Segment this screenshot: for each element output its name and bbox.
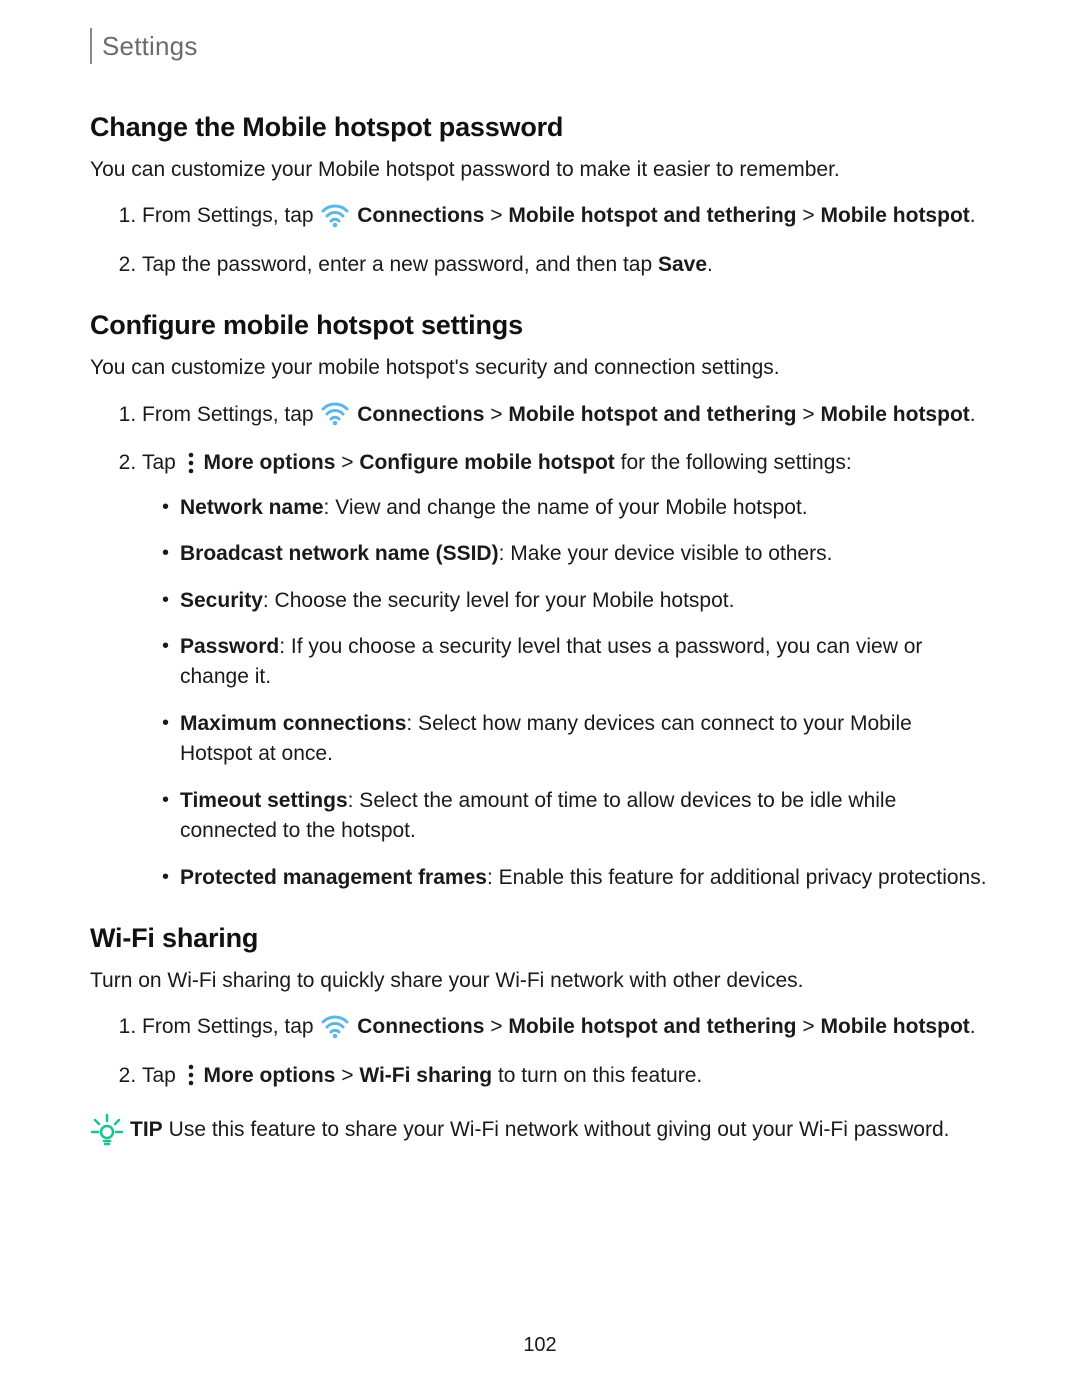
step-item: From Settings, tap Connections > Mobile …: [142, 400, 990, 430]
list-item: Protected management frames: Enable this…: [162, 863, 990, 893]
wifi-icon: [321, 400, 349, 426]
bullet-bold: Protected management frames: [180, 866, 487, 889]
step-text: .: [970, 1015, 976, 1038]
steps-list: From Settings, tap Connections > Mobile …: [90, 1012, 990, 1091]
bullet-rest: : If you choose a security level that us…: [180, 635, 922, 688]
separator: >: [797, 403, 821, 426]
step-text: for the following settings:: [615, 451, 852, 474]
steps-list: From Settings, tap Connections > Mobile …: [90, 400, 990, 893]
step-item: From Settings, tap Connections > Mobile …: [142, 1012, 990, 1042]
step-text: Tap: [142, 451, 182, 474]
bold-connections: Connections: [357, 1015, 484, 1038]
step-text: Tap: [142, 1064, 182, 1087]
step-text: to turn on this feature.: [492, 1064, 702, 1087]
page-number: 102: [0, 1334, 1080, 1357]
step-item: Tap the password, enter a new password, …: [142, 250, 990, 280]
bold-save: Save: [658, 253, 707, 276]
bold-mobile-hotspot: Mobile hotspot: [820, 403, 969, 426]
bold-connections: Connections: [357, 204, 484, 227]
step-text: .: [970, 403, 976, 426]
tip-callout: TIP Use this feature to share your Wi-Fi …: [90, 1115, 990, 1147]
step-text: From Settings, tap: [142, 403, 319, 426]
step-item: Tap More options > Configure mobile hots…: [142, 448, 990, 893]
page-title: Settings: [102, 31, 198, 62]
tip-label: TIP: [130, 1118, 163, 1141]
step-text: From Settings, tap: [142, 1015, 319, 1038]
list-item: Network name: View and change the name o…: [162, 493, 990, 523]
more-options-icon: [186, 451, 196, 475]
list-item: Timeout settings: Select the amount of t…: [162, 786, 990, 847]
section-heading-change-password: Change the Mobile hotspot password: [90, 112, 990, 143]
section-intro: You can customize your mobile hotspot's …: [90, 353, 990, 383]
tip-text: Use this feature to share your Wi-Fi net…: [169, 1118, 950, 1141]
list-item: Security: Choose the security level for …: [162, 586, 990, 616]
bold-mobile-hotspot: Mobile hotspot: [820, 1015, 969, 1038]
steps-list: From Settings, tap Connections > Mobile …: [90, 201, 990, 280]
bullet-rest: : Enable this feature for additional pri…: [487, 866, 987, 889]
bold-more-options: More options: [204, 451, 336, 474]
separator: >: [484, 1015, 508, 1038]
bold-mobile-hotspot: Mobile hotspot: [820, 204, 969, 227]
section-heading-wifi-sharing: Wi-Fi sharing: [90, 923, 990, 954]
settings-bullet-list: Network name: View and change the name o…: [142, 493, 990, 893]
section-intro: Turn on Wi-Fi sharing to quickly share y…: [90, 966, 990, 996]
bullet-bold: Broadcast network name (SSID): [180, 542, 499, 565]
step-item: From Settings, tap Connections > Mobile …: [142, 201, 990, 231]
separator: >: [484, 204, 508, 227]
more-options-icon: [186, 1063, 196, 1087]
bold-connections: Connections: [357, 403, 484, 426]
bold-hotspot-tethering: Mobile hotspot and tethering: [508, 1015, 796, 1038]
separator: >: [797, 1015, 821, 1038]
bullet-bold: Network name: [180, 496, 324, 519]
step-text: .: [707, 253, 713, 276]
separator: >: [484, 403, 508, 426]
list-item: Broadcast network name (SSID): Make your…: [162, 539, 990, 569]
step-text: Tap the password, enter a new password, …: [142, 253, 658, 276]
list-item: Password: If you choose a security level…: [162, 632, 990, 693]
bold-more-options: More options: [204, 1064, 336, 1087]
bullet-bold: Security: [180, 589, 263, 612]
bold-hotspot-tethering: Mobile hotspot and tethering: [508, 204, 796, 227]
lightbulb-icon: [90, 1113, 124, 1147]
header-rule: [90, 28, 92, 64]
wifi-icon: [321, 1013, 349, 1039]
bullet-bold: Maximum connections: [180, 712, 406, 735]
separator: >: [797, 204, 821, 227]
bullet-rest: : Choose the security level for your Mob…: [263, 589, 735, 612]
bold-hotspot-tethering: Mobile hotspot and tethering: [508, 403, 796, 426]
section-heading-configure-hotspot: Configure mobile hotspot settings: [90, 310, 990, 341]
step-text: From Settings, tap: [142, 204, 319, 227]
list-item: Maximum connections: Select how many dev…: [162, 709, 990, 770]
bullet-rest: : Make your device visible to others.: [499, 542, 833, 565]
bullet-bold: Password: [180, 635, 279, 658]
bullet-rest: : View and change the name of your Mobil…: [324, 496, 808, 519]
step-text: .: [970, 204, 976, 227]
bold-configure-hotspot: Configure mobile hotspot: [359, 451, 614, 474]
separator: >: [335, 1064, 359, 1087]
step-item: Tap More options > Wi-Fi sharing to turn…: [142, 1061, 990, 1091]
separator: >: [335, 451, 359, 474]
section-intro: You can customize your Mobile hotspot pa…: [90, 155, 990, 185]
bold-wifi-sharing: Wi-Fi sharing: [359, 1064, 492, 1087]
bullet-bold: Timeout settings: [180, 789, 348, 812]
tip-body: TIP Use this feature to share your Wi-Fi …: [130, 1115, 990, 1145]
wifi-icon: [321, 202, 349, 228]
breadcrumb-header: Settings: [90, 28, 990, 64]
